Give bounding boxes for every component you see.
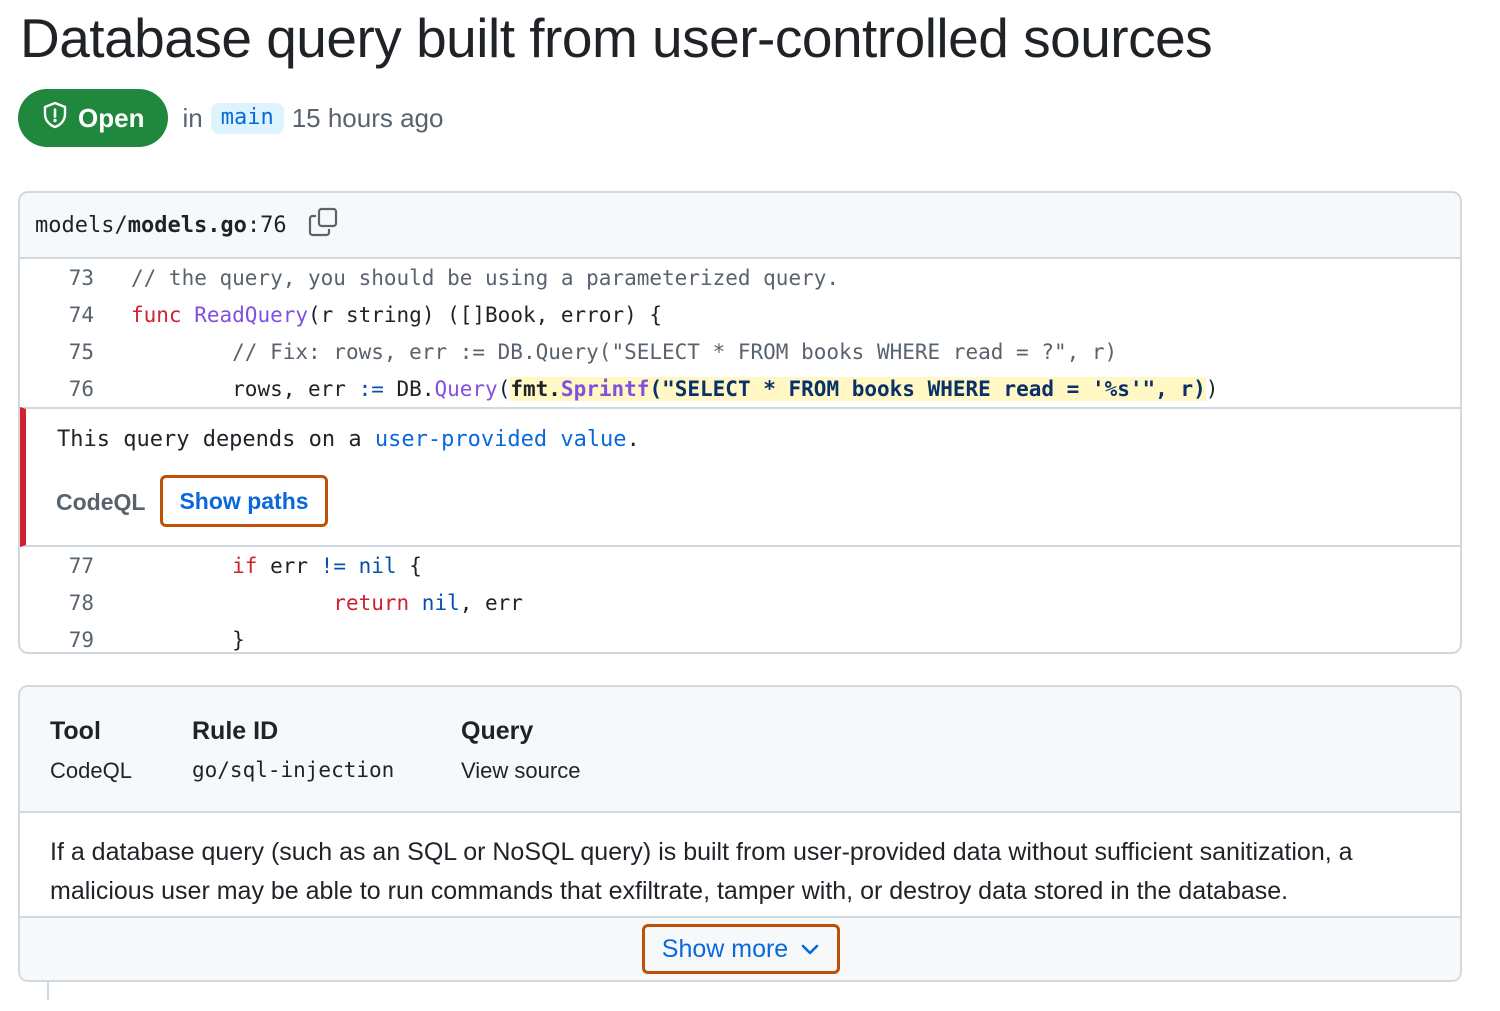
code-line-75: 75 // Fix: rows, err := DB.Query("SELECT… [20, 333, 1460, 370]
line-number: 77 [68, 553, 94, 578]
rule-id-header: Rule ID [192, 717, 279, 745]
rule-id-value: go/sql-injection [192, 758, 395, 782]
alert-message: This query depends on a user-provided va… [57, 427, 640, 452]
rule-description: If a database query (such as an SQL or N… [20, 813, 1460, 918]
alert-annotation: This query depends on a user-provided va… [20, 407, 1460, 547]
code-text: // Fix: rows, err := DB.Query("SELECT * … [232, 339, 1118, 364]
tool-column: Tool CodeQL [50, 717, 132, 784]
view-source-link[interactable]: View source [461, 758, 580, 784]
alert-meta: Open in main 15 hours ago [18, 89, 443, 147]
line-number: 79 [68, 627, 94, 652]
line-number: 78 [68, 590, 94, 615]
code-text: } [232, 627, 245, 652]
copy-icon [307, 206, 339, 244]
rule-id-column: Rule ID go/sql-injection [192, 717, 394, 782]
copy-path-button[interactable] [307, 206, 339, 244]
show-paths-button[interactable]: Show paths [160, 475, 328, 527]
tool-header: Tool [50, 717, 101, 745]
file-path[interactable]: models/models.go:76 [35, 213, 287, 238]
divider [47, 982, 49, 1000]
tool-value: CodeQL [50, 758, 132, 783]
code-line-78: 78 return nil, err [20, 584, 1460, 621]
show-more-row: Show more [20, 918, 1460, 980]
code-line-76: 76 rows, err := DB.Query(fmt.Sprintf("SE… [20, 370, 1460, 407]
rule-info-panel: Tool CodeQL Rule ID go/sql-injection Que… [18, 685, 1462, 982]
status-badge: Open [18, 89, 169, 147]
page-title: Database query built from user-controlle… [20, 7, 1213, 69]
query-header: Query [461, 717, 534, 745]
user-provided-value-link[interactable]: user-provided value [375, 427, 627, 452]
code-text: return nil, err [333, 590, 523, 615]
show-more-button[interactable]: Show more [642, 924, 840, 974]
shield-alert-icon [42, 101, 78, 136]
line-number: 76 [68, 376, 94, 401]
query-column: Query View source [461, 717, 580, 784]
in-label: in [182, 102, 203, 133]
line-number: 75 [68, 339, 94, 364]
branch-name[interactable]: main [210, 102, 284, 134]
code-line-79: 79 } [20, 621, 1460, 652]
code-text: func ReadQuery(r string) ([]Book, error)… [131, 302, 663, 327]
rule-metadata: Tool CodeQL Rule ID go/sql-injection Que… [20, 687, 1460, 813]
show-more-label: Show more [661, 934, 789, 963]
code-text: // the query, you should be using a para… [131, 265, 840, 290]
code-line-73: 73 // the query, you should be using a p… [20, 259, 1460, 296]
code-line-77: 77 if err != nil { [20, 547, 1460, 584]
code-text: rows, err := DB.Query(fmt.Sprintf("SELEC… [232, 376, 1219, 401]
code-text: if err != nil { [232, 553, 422, 578]
code-line-74: 74 func ReadQuery(r string) ([]Book, err… [20, 296, 1460, 333]
code-panel: models/models.go:76 73 // the query, you… [18, 191, 1462, 654]
alert-tool-name: CodeQL [56, 489, 146, 515]
alert-highlight: fmt.Sprintf("SELECT * FROM books WHERE r… [510, 376, 1206, 401]
status-label: Open [78, 102, 145, 133]
file-header: models/models.go:76 [20, 193, 1460, 259]
chevron-down-icon [788, 935, 820, 964]
time-ago: 15 hours ago [291, 102, 444, 133]
line-number: 73 [68, 265, 94, 290]
line-number: 74 [68, 302, 94, 327]
